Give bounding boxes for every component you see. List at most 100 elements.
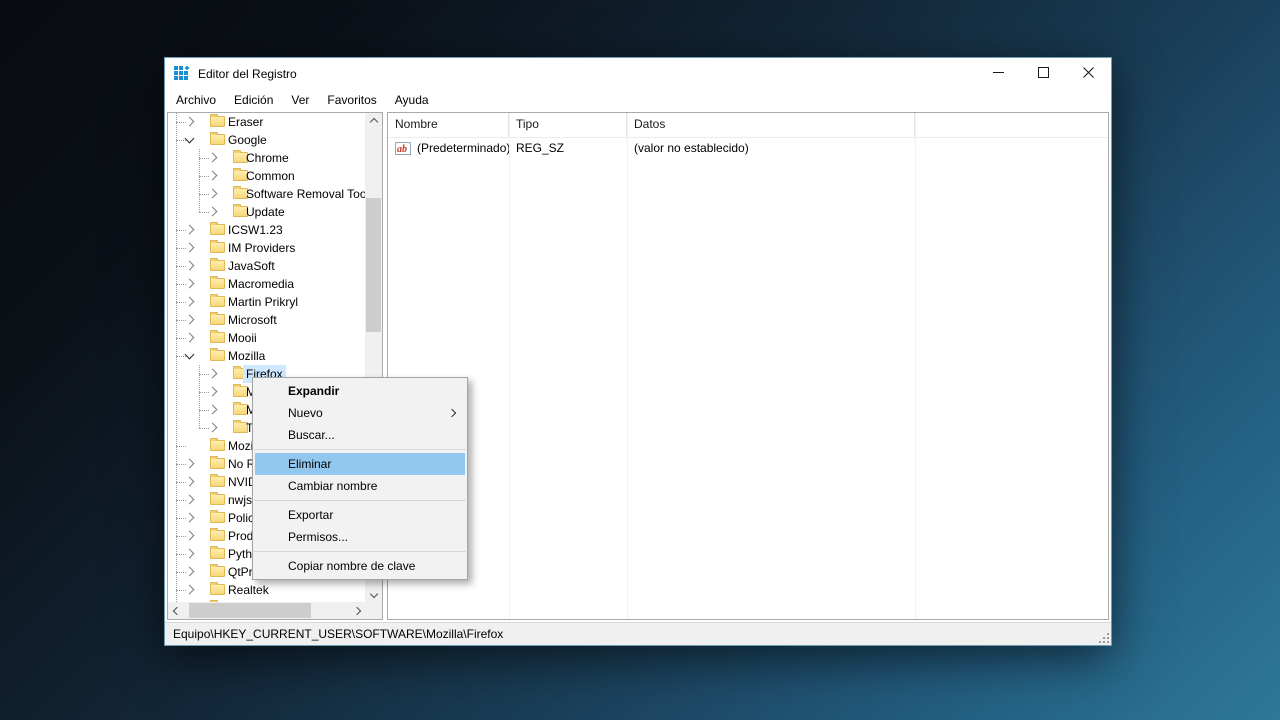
registry-icon[interactable] [174,66,190,82]
scroll-up-button[interactable] [365,113,382,130]
chevron-right-icon[interactable] [185,333,195,343]
tree-guide-stub [176,356,186,357]
chevron-right-icon[interactable] [208,189,218,199]
tree-item-label: Mozilla [225,347,268,365]
minimize-icon [993,67,1004,81]
context-menu-item-cambiar-nombre[interactable]: Cambiar nombre [255,475,465,497]
column-header-nombre[interactable]: Nombre [388,113,509,137]
value-cell-nombre: ab(Predeterminado) [388,141,509,155]
context-menu-item-expandir[interactable]: Expandir [255,380,465,402]
chevron-right-icon[interactable] [185,549,195,559]
chevron-right-icon[interactable] [185,531,195,541]
chevron-right-icon[interactable] [185,567,195,577]
chevron-right-icon[interactable] [185,297,195,307]
resize-grip[interactable] [1097,631,1110,644]
chevron-right-icon[interactable] [208,423,218,433]
minimize-button[interactable] [976,58,1021,89]
tree-item-im-providers[interactable]: IM Providers [168,239,365,257]
chevron-right-icon[interactable] [185,477,195,487]
chevron-right-icon[interactable] [185,261,195,271]
context-menu-item-copiar-nombre-de-clave[interactable]: Copiar nombre de clave [255,555,465,577]
folder-icon [210,224,225,235]
tree-item-label: Google [225,131,270,149]
column-line [509,113,510,619]
context-menu-item-eliminar[interactable]: Eliminar [255,453,465,475]
scroll-down-button[interactable] [365,585,382,602]
tree-item-icsw1-23[interactable]: ICSW1.23 [168,221,365,239]
chevron-up-icon [369,117,377,125]
close-button[interactable] [1066,58,1111,89]
chevron-down-icon [369,589,377,597]
value-text: (valor no establecido) [634,141,749,155]
chevron-right-icon[interactable] [208,405,218,415]
vertical-scrollbar-thumb[interactable] [366,198,381,332]
tree-item-software-removal-too[interactable]: Software Removal Too [168,185,365,203]
tree-item-macromedia[interactable]: Macromedia [168,275,365,293]
value-cell-tipo: REG_SZ [509,141,627,155]
chevron-right-icon[interactable] [208,387,218,397]
tree-item-label: Chrome [243,149,292,167]
registry-value-row[interactable]: ab(Predeterminado)REG_SZ (valor no establ… [388,138,1108,158]
column-header-tipo[interactable]: Tipo [509,113,627,137]
chevron-down-icon[interactable] [185,134,195,144]
folder-icon [210,548,225,559]
chevron-right-icon[interactable] [185,585,195,595]
tree-item-mooii[interactable]: Mooii [168,329,365,347]
tree-item-realtek[interactable]: Realtek [168,581,365,599]
chevron-right-icon[interactable] [185,117,195,127]
scroll-left-button[interactable] [168,602,185,619]
tree-item-microsoft[interactable]: Microsoft [168,311,365,329]
chevron-right-icon[interactable] [185,495,195,505]
tree-item-common[interactable]: Common [168,167,365,185]
tree-horizontal-scrollbar[interactable] [168,602,365,619]
chevron-right-icon[interactable] [185,315,195,325]
context-menu-item-permisos[interactable]: Permisos... [255,526,465,548]
chevron-right-icon[interactable] [208,369,218,379]
tree-item-google[interactable]: Google [168,131,365,149]
list-header: NombreTipoDatos [388,113,1108,138]
folder-icon [210,566,225,577]
tree-item-label: nwjs [225,491,255,509]
tree-guide-stub [176,140,186,141]
menu-ayuda[interactable]: Ayuda [386,90,438,110]
tree-item-martin-prikryl[interactable]: Martin Prikryl [168,293,365,311]
chevron-right-icon[interactable] [208,171,218,181]
status-bar: Equipo\HKEY_CURRENT_USER\SOFTWARE\Mozill… [165,622,1111,645]
tree-item-update[interactable]: Update [168,203,365,221]
tree-item-label: Common [243,167,298,185]
context-menu: ExpandirNuevoBuscar... EliminarCambiar no… [252,377,468,580]
folder-icon [210,242,225,253]
chevron-right-icon[interactable] [185,459,195,469]
chevron-right-icon[interactable] [185,279,195,289]
maximize-button[interactable] [1021,58,1066,89]
column-header-datos[interactable]: Datos [627,113,915,137]
status-path: Equipo\HKEY_CURRENT_USER\SOFTWARE\Mozill… [173,627,503,641]
chevron-right-icon[interactable] [185,225,195,235]
chevron-right-icon[interactable] [208,207,218,217]
tree-item-chrome[interactable]: Chrome [168,149,365,167]
context-menu-item-nuevo[interactable]: Nuevo [255,402,465,424]
context-menu-item-buscar[interactable]: Buscar... [255,424,465,446]
scroll-right-button[interactable] [348,602,365,619]
window-controls [976,58,1111,89]
tree-item-mozilla[interactable]: Mozilla [168,347,365,365]
menu-edicion[interactable]: Edición [225,90,282,110]
tree-item-eraser[interactable]: Eraser [168,113,365,131]
chevron-right-icon[interactable] [185,513,195,523]
chevron-down-icon[interactable] [185,350,195,360]
context-menu-item-exportar[interactable]: Exportar [255,504,465,526]
tree-item-label: ICSW1.23 [225,221,286,239]
chevron-right-icon[interactable] [185,243,195,253]
window-title: Editor del Registro [198,67,297,81]
title-bar[interactable]: Editor del Registro [165,58,1111,89]
menu-favoritos[interactable]: Favoritos [318,90,385,110]
tree-item-javasoft[interactable]: JavaSoft [168,257,365,275]
menu-ver[interactable]: Ver [282,90,318,110]
folder-icon [210,530,225,541]
value-text: (Predeterminado) [417,141,509,155]
menu-bar: ArchivoEdiciónVerFavoritosAyuda [165,89,1111,110]
chevron-left-icon [172,606,180,614]
chevron-right-icon[interactable] [208,153,218,163]
menu-archivo[interactable]: Archivo [167,90,225,110]
horizontal-scrollbar-thumb[interactable] [189,603,311,618]
